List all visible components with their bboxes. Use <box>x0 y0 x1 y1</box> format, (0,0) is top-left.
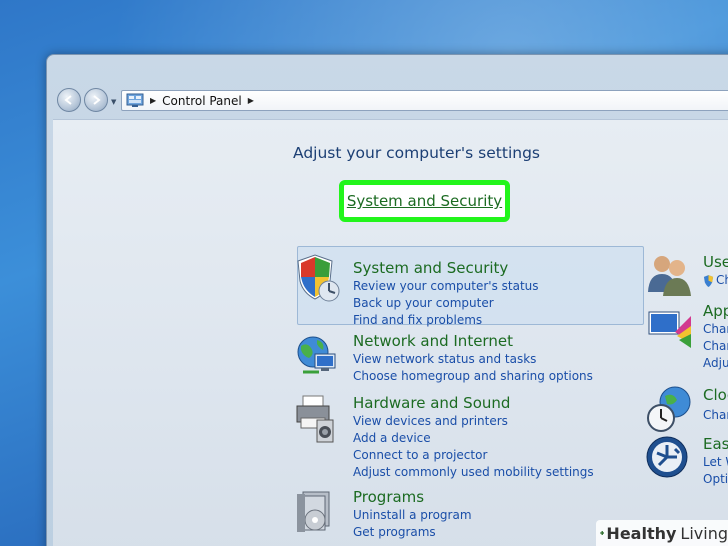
back-button[interactable] <box>57 88 81 112</box>
category-clock-region[interactable]: Cloc Chan <box>645 384 728 434</box>
users-icon <box>648 256 691 296</box>
plus-cross-icon <box>600 531 605 535</box>
forward-button[interactable] <box>84 88 108 112</box>
link-clock-1[interactable]: Chan <box>703 408 728 422</box>
link-change-account[interactable]: Ch <box>716 273 728 287</box>
link-network-status[interactable]: View network status and tasks <box>353 352 536 366</box>
network-globe-icon <box>297 336 336 374</box>
link-add-device[interactable]: Add a device <box>353 431 431 445</box>
link-ease-2[interactable]: Optin <box>703 472 728 486</box>
category-title[interactable]: Network and Internet <box>353 332 513 350</box>
link-find-fix[interactable]: Find and fix problems <box>353 313 482 327</box>
recent-pages-dropdown-icon[interactable]: ▼ <box>111 98 116 106</box>
link-ease-1[interactable]: Let W <box>703 455 728 469</box>
appearance-icon <box>648 311 691 348</box>
link-appearance-2[interactable]: Chan <box>703 339 728 353</box>
watermark-brand-2: Living <box>680 523 728 543</box>
category-user-accounts[interactable]: User Ch <box>645 250 728 300</box>
breadcrumb-separator-icon: ▶ <box>150 96 157 105</box>
control-panel-icon <box>126 93 144 107</box>
link-homegroup[interactable]: Choose homegroup and sharing options <box>353 369 593 383</box>
watermark: Healthy Living <box>596 520 728 546</box>
category-system-security[interactable]: System and Security Review your computer… <box>293 253 643 327</box>
highlight-label[interactable]: System and Security <box>347 192 502 210</box>
uac-shield-icon <box>703 275 714 287</box>
link-get-programs[interactable]: Get programs <box>353 525 436 539</box>
link-devices-printers[interactable]: View devices and printers <box>353 414 508 428</box>
title-bar <box>47 55 728 85</box>
breadcrumb[interactable]: Control Panel <box>162 94 242 108</box>
programs-icon <box>297 491 330 532</box>
link-backup[interactable]: Back up your computer <box>353 296 494 310</box>
category-title[interactable]: Hardware and Sound <box>353 394 510 412</box>
ease-of-access-icon <box>646 436 688 478</box>
breadcrumb-chevron-icon[interactable]: ▶ <box>248 96 254 105</box>
forward-arrow-icon <box>93 95 101 105</box>
watermark-brand: Healthy <box>606 523 677 543</box>
printer-icon <box>296 395 334 443</box>
category-programs[interactable]: Programs Uninstall a program Get program… <box>293 488 643 539</box>
shield-icon <box>297 254 340 302</box>
category-network-internet[interactable]: Network and Internet View network status… <box>293 332 643 383</box>
back-arrow-icon <box>64 95 72 105</box>
category-title[interactable]: User <box>703 253 728 271</box>
system-security-highlight[interactable]: System and Security <box>339 180 510 222</box>
category-title[interactable]: System and Security <box>353 259 508 277</box>
link-mobility-settings[interactable]: Adjust commonly used mobility settings <box>353 465 594 479</box>
link-appearance-3[interactable]: Adjus <box>703 356 728 370</box>
category-appearance[interactable]: App Chan Chan Adjus <box>645 302 728 372</box>
category-title[interactable]: App <box>703 302 728 320</box>
link-uninstall[interactable]: Uninstall a program <box>353 508 472 522</box>
page-title: Adjust your computer's settings <box>293 144 540 162</box>
link-review-status[interactable]: Review your computer's status <box>353 279 539 293</box>
category-title[interactable]: Programs <box>353 488 424 506</box>
address-bar[interactable]: ▶ Control Panel ▶ <box>121 90 728 111</box>
link-projector[interactable]: Connect to a projector <box>353 448 487 462</box>
category-title[interactable]: Ease <box>703 435 728 453</box>
link-appearance-1[interactable]: Chan <box>703 322 728 336</box>
clock-globe-icon <box>647 386 691 432</box>
category-ease-of-access[interactable]: Ease Let W Optin <box>645 435 728 486</box>
control-panel-window: ▼ ▶ Control Panel ▶ Adjust your computer… <box>46 54 728 546</box>
category-hardware-sound[interactable]: Hardware and Sound View devices and prin… <box>293 394 643 479</box>
category-title[interactable]: Cloc <box>703 386 728 404</box>
